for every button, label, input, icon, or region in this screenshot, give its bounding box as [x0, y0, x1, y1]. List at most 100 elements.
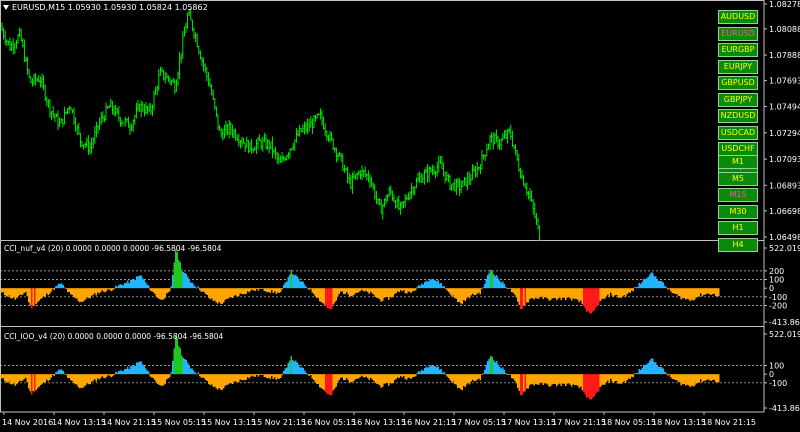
cci-bar — [458, 374, 460, 389]
cci-bar — [77, 288, 79, 302]
cci-bar — [586, 288, 588, 312]
price-bar — [316, 113, 318, 119]
price-bar — [338, 152, 341, 157]
cci-bar — [10, 374, 12, 385]
cci-bar — [326, 374, 328, 395]
cci-bar — [41, 374, 43, 384]
cci-bar — [434, 366, 436, 375]
price-bar — [295, 127, 298, 143]
price-bar — [47, 99, 50, 109]
cci-bar — [341, 374, 343, 378]
symbol-button-eurusd[interactable]: EURUSD — [718, 26, 758, 41]
cci-bar — [107, 288, 109, 290]
cci-bar — [437, 366, 439, 375]
chart-menu-triangle-icon[interactable] — [3, 5, 9, 10]
cci-bar — [307, 287, 309, 289]
price-axis-label: 1.06498 — [769, 233, 800, 242]
price-bar — [148, 103, 150, 113]
cci-bar — [206, 374, 208, 382]
cci-bar — [259, 288, 261, 289]
price-bar — [343, 164, 346, 173]
cci-bar — [62, 285, 64, 289]
symbol-button-nzdusd[interactable]: NZDUSD — [718, 109, 758, 123]
cci-bar — [302, 367, 304, 375]
price-bar — [7, 40, 10, 46]
price-bar — [538, 225, 541, 241]
price-axis-label: 1.08088 — [769, 25, 800, 34]
cci-bar — [571, 374, 573, 387]
cci-bar — [155, 374, 157, 383]
cci-bar — [379, 288, 381, 300]
cci-bar — [236, 374, 238, 383]
price-bar — [218, 125, 221, 131]
timeframe-button-h1[interactable]: H1 — [718, 221, 758, 235]
cci-bar — [292, 360, 294, 375]
cci-bar — [241, 288, 243, 294]
trading-chart[interactable]: 1.08278 1.08088 1.07888 1.07693 1.07494 1.072… — [0, 0, 800, 432]
symbol-button-gbpjpy[interactable]: GBPJPY — [718, 92, 758, 107]
cci-bar — [130, 280, 132, 289]
timeframe-button-h4[interactable]: H4 — [718, 237, 758, 252]
price-bar — [502, 133, 504, 141]
price-bar — [114, 104, 117, 117]
price-bar — [166, 72, 168, 79]
symbol-button-gbpusd[interactable]: GBPUSD — [718, 76, 758, 90]
cci-bar — [581, 374, 583, 391]
cci-bar — [656, 279, 658, 289]
cci-bar — [667, 374, 669, 376]
price-bar — [370, 176, 373, 187]
cci-bar — [334, 374, 336, 389]
timeframe-button-m5[interactable]: M5 — [718, 171, 758, 186]
cci-bar — [419, 371, 421, 375]
price-bar — [537, 217, 539, 230]
timeframe-button-m1[interactable]: M1 — [718, 155, 758, 169]
cci-bar — [457, 374, 459, 388]
cci-bar — [311, 288, 313, 293]
cci-bar — [574, 288, 576, 300]
price-bar — [407, 192, 410, 201]
cci-bar — [113, 374, 115, 375]
symbol-button-usdcad[interactable]: USDCAD — [718, 125, 758, 140]
cci-bar — [218, 374, 220, 388]
cci-bar — [88, 374, 90, 385]
cci-bar — [364, 288, 366, 292]
cci-bar — [439, 369, 441, 375]
cci-bar — [562, 288, 564, 298]
cci-bar — [703, 288, 705, 296]
symbol-button-eurjpy[interactable]: EURJPY — [718, 59, 758, 74]
timeframe-button-m15[interactable]: M15 — [718, 188, 758, 202]
cci-bar — [49, 288, 51, 294]
cci-bar — [143, 365, 145, 375]
cci-bar — [472, 374, 474, 380]
cci-bar — [290, 269, 292, 289]
price-bar — [327, 134, 330, 142]
price-bar — [191, 19, 194, 32]
cci-bar — [112, 374, 114, 377]
symbol-button-audusd[interactable]: AUDUSD — [718, 10, 758, 24]
cci-bar — [89, 374, 91, 385]
cci-bar — [475, 288, 477, 296]
cci-bar — [286, 367, 288, 375]
price-bar — [489, 134, 491, 151]
cci-bar — [238, 288, 240, 297]
price-bar — [287, 152, 290, 160]
cci-bar — [319, 374, 321, 388]
symbol-button-usdchf[interactable]: USDCHF — [718, 142, 758, 156]
price-bar — [522, 175, 525, 186]
cci-bar — [611, 288, 613, 296]
price-bar — [241, 136, 243, 148]
cci-bar — [364, 374, 366, 378]
price-bar — [33, 73, 35, 86]
price-bar — [17, 33, 19, 44]
cci-bar — [374, 288, 376, 297]
cci-bar — [593, 374, 595, 397]
symbol-button-eurgbp[interactable]: EURGBP — [718, 43, 758, 57]
cci-bar — [169, 374, 171, 378]
cci-bar — [416, 286, 418, 289]
cci-bar — [259, 374, 261, 375]
cci-bar — [602, 288, 604, 299]
timeframe-button-m30[interactable]: M30 — [718, 204, 758, 219]
cci-bar — [353, 288, 355, 295]
price-bar — [202, 57, 205, 72]
cci-bar — [596, 374, 598, 392]
